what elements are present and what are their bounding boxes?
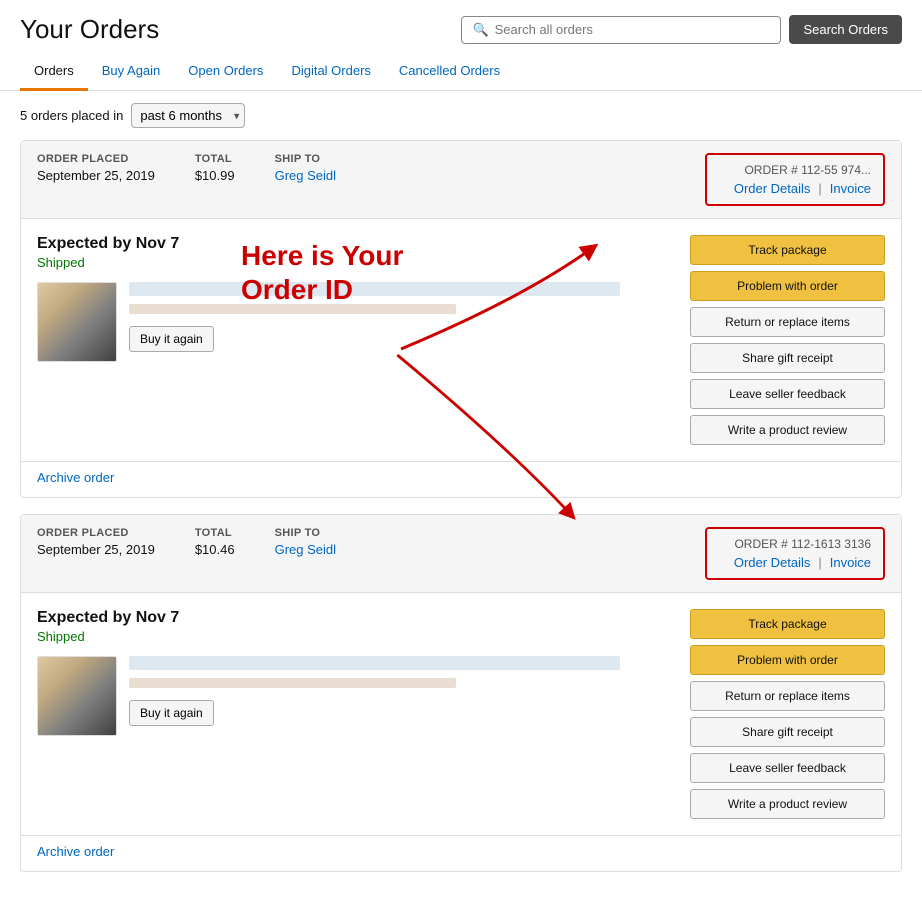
order-id-box-2: ORDER # 112-1613 3136 Order Details | In…: [705, 527, 885, 580]
share-gift-receipt-button-2[interactable]: Share gift receipt: [690, 717, 885, 747]
order-placed-col-2: ORDER PLACED September 25, 2019: [37, 527, 155, 557]
order-meta-group-2: ORDER PLACED September 25, 2019 TOTAL $1…: [37, 527, 705, 557]
order-actions-2: Track package Problem with order Return …: [690, 609, 885, 819]
order-meta-group-1: ORDER PLACED September 25, 2019 TOTAL $1…: [37, 153, 705, 183]
order-invoice-link-1[interactable]: Invoice: [830, 181, 871, 196]
order-body-1: Expected by Nov 7 Shipped Buy it again H…: [21, 219, 901, 461]
search-button[interactable]: Search Orders: [789, 15, 902, 44]
order-shipto-label-1: SHIP TO: [275, 153, 336, 165]
period-select-wrapper: past 6 months past 3 months past year: [131, 103, 245, 128]
order-left-1: Expected by Nov 7 Shipped Buy it again: [37, 235, 674, 445]
share-gift-receipt-button-1[interactable]: Share gift receipt: [690, 343, 885, 373]
order-total-value-1: $10.99: [195, 168, 235, 183]
expected-date-2: Expected by Nov 7: [37, 609, 674, 627]
order-body-2: Expected by Nov 7 Shipped Buy it again T…: [21, 593, 901, 835]
order-left-2: Expected by Nov 7 Shipped Buy it again: [37, 609, 674, 819]
order-header-2: ORDER PLACED September 25, 2019 TOTAL $1…: [21, 515, 901, 593]
tabs-bar: Orders Buy Again Open Orders Digital Ord…: [0, 53, 922, 91]
leave-seller-feedback-button-2[interactable]: Leave seller feedback: [690, 753, 885, 783]
search-icon: 🔍: [472, 22, 488, 38]
product-image-2: [37, 656, 117, 736]
search-box: 🔍: [461, 16, 781, 44]
leave-seller-feedback-button-1[interactable]: Leave seller feedback: [690, 379, 885, 409]
orders-count: 5 orders placed in: [20, 108, 123, 123]
order-total-label-2: TOTAL: [195, 527, 235, 539]
search-area: 🔍 Search Orders: [461, 15, 902, 44]
order-shipto-link-2[interactable]: Greg Seidl: [275, 542, 336, 557]
order-shipto-label-2: SHIP TO: [275, 527, 336, 539]
order-actions-1: Track package Problem with order Return …: [690, 235, 885, 445]
return-replace-button-2[interactable]: Return or replace items: [690, 681, 885, 711]
order-card-2: ORDER PLACED September 25, 2019 TOTAL $1…: [20, 514, 902, 872]
order-total-col-1: TOTAL $10.99: [195, 153, 235, 183]
archive-link-row-2: Archive order: [21, 835, 901, 871]
order-id-divider-2: |: [818, 555, 821, 570]
track-package-button-1[interactable]: Track package: [690, 235, 885, 265]
order-invoice-link-2[interactable]: Invoice: [830, 555, 871, 570]
archive-link-row-1: Archive order: [21, 461, 901, 497]
product-info-2: Buy it again: [129, 656, 674, 726]
order-id-text-2: ORDER # 112-1613 3136: [719, 537, 871, 551]
order-placed-date-1: September 25, 2019: [37, 168, 155, 183]
buy-again-button-2[interactable]: Buy it again: [129, 700, 214, 726]
write-product-review-button-2[interactable]: Write a product review: [690, 789, 885, 819]
product-row-2: Buy it again: [37, 656, 674, 736]
order-id-links-1: Order Details | Invoice: [719, 181, 871, 196]
product-title-bar-1: [129, 282, 620, 296]
order-id-divider-1: |: [818, 181, 821, 196]
archive-link-2[interactable]: Archive order: [37, 844, 114, 859]
return-replace-button-1[interactable]: Return or replace items: [690, 307, 885, 337]
order-placed-label-2: ORDER PLACED: [37, 527, 155, 539]
order-id-links-2: Order Details | Invoice: [719, 555, 871, 570]
product-title-bar-2: [129, 656, 620, 670]
order-card-1: ORDER PLACED September 25, 2019 TOTAL $1…: [20, 140, 902, 498]
page-header: Your Orders 🔍 Search Orders: [0, 0, 922, 53]
order-details-link-2[interactable]: Order Details: [734, 555, 811, 570]
orders-filter-bar: 5 orders placed in past 6 months past 3 …: [0, 91, 922, 140]
product-info-1: Buy it again: [129, 282, 674, 352]
product-row-1: Buy it again: [37, 282, 674, 362]
order-details-link-1[interactable]: Order Details: [734, 181, 811, 196]
order-placed-col-1: ORDER PLACED September 25, 2019: [37, 153, 155, 183]
order-total-col-2: TOTAL $10.46: [195, 527, 235, 557]
track-package-button-2[interactable]: Track package: [690, 609, 885, 639]
product-detail-bar-1: [129, 304, 456, 314]
order-shipto-col-2: SHIP TO Greg Seidl: [275, 527, 336, 557]
shipped-status-2: Shipped: [37, 629, 674, 644]
order-shipto-link-1[interactable]: Greg Seidl: [275, 168, 336, 183]
product-image-1: [37, 282, 117, 362]
product-detail-bar-2: [129, 678, 456, 688]
problem-with-order-button-1[interactable]: Problem with order: [690, 271, 885, 301]
order-placed-date-2: September 25, 2019: [37, 542, 155, 557]
search-input[interactable]: [495, 22, 771, 37]
tab-buy-again[interactable]: Buy Again: [88, 53, 175, 91]
archive-link-1[interactable]: Archive order: [37, 470, 114, 485]
page-title: Your Orders: [20, 14, 159, 45]
period-select[interactable]: past 6 months past 3 months past year: [131, 103, 245, 128]
tab-open-orders[interactable]: Open Orders: [174, 53, 277, 91]
order-header-1: ORDER PLACED September 25, 2019 TOTAL $1…: [21, 141, 901, 219]
tab-orders[interactable]: Orders: [20, 53, 88, 91]
problem-with-order-button-2[interactable]: Problem with order: [690, 645, 885, 675]
order-id-text-1: ORDER # 112-55 974...: [719, 163, 871, 177]
shipped-status-1: Shipped: [37, 255, 674, 270]
order-total-value-2: $10.46: [195, 542, 235, 557]
order-shipto-col-1: SHIP TO Greg Seidl: [275, 153, 336, 183]
write-product-review-button-1[interactable]: Write a product review: [690, 415, 885, 445]
buy-again-button-1[interactable]: Buy it again: [129, 326, 214, 352]
tab-digital-orders[interactable]: Digital Orders: [277, 53, 384, 91]
order-placed-label-1: ORDER PLACED: [37, 153, 155, 165]
order-total-label-1: TOTAL: [195, 153, 235, 165]
order-id-box-1: ORDER # 112-55 974... Order Details | In…: [705, 153, 885, 206]
tab-cancelled-orders[interactable]: Cancelled Orders: [385, 53, 514, 91]
expected-date-1: Expected by Nov 7: [37, 235, 674, 253]
